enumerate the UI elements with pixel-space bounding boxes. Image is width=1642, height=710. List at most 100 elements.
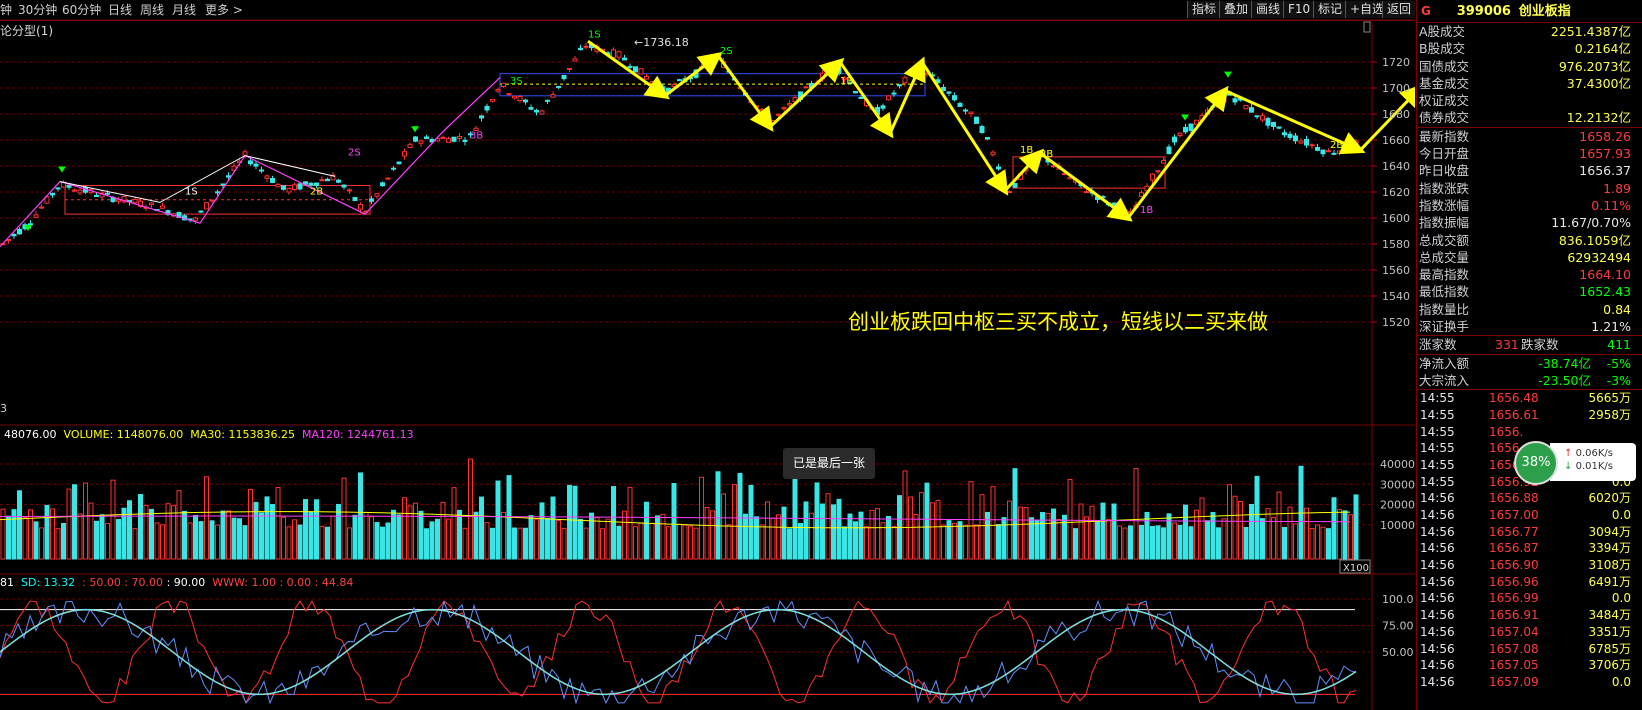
volume-bar <box>842 526 847 560</box>
candle-body <box>495 89 501 92</box>
volume-bar <box>957 521 963 560</box>
candle-body <box>259 169 264 172</box>
signal-label: 1S <box>185 187 198 198</box>
price-tick-label: 1520 <box>1382 316 1410 329</box>
volume-bar <box>17 490 22 560</box>
quote-row-label: B股成交 <box>1419 41 1466 57</box>
candle-body <box>1254 115 1260 118</box>
volume-bar <box>787 528 792 560</box>
tick-price: 1657.08 <box>1489 641 1539 656</box>
candle-body <box>622 57 627 61</box>
candle-body <box>501 82 506 87</box>
volume-bar <box>1254 475 1260 560</box>
candle-body <box>77 189 83 194</box>
volume-bar <box>1084 516 1089 560</box>
buy-arrow-icon <box>411 126 419 133</box>
candlesticks <box>0 42 1359 246</box>
volume-bar <box>831 504 836 560</box>
volume-bar <box>550 496 556 560</box>
candle-body <box>72 189 77 192</box>
volume-bar <box>319 525 325 560</box>
candle-body <box>319 179 325 182</box>
candle-body <box>644 75 649 80</box>
candle-body <box>1172 136 1177 143</box>
volume-bar <box>836 498 842 560</box>
volume-bar <box>941 524 946 560</box>
signal-label: 2S <box>720 46 733 57</box>
volume-bar <box>1260 518 1265 560</box>
quote-row-label: 国债成交 <box>1419 58 1470 74</box>
volume-bar <box>1111 503 1117 560</box>
candle-body <box>413 136 418 142</box>
volume-bar <box>127 500 132 560</box>
candle-body <box>1348 147 1353 150</box>
quote-row-value: 12.2132亿 <box>1566 110 1631 126</box>
candle-body <box>902 77 908 84</box>
volume-bar <box>968 481 974 560</box>
quote-row-value: 1.21% <box>1591 319 1631 335</box>
volume-bar <box>770 517 776 560</box>
volume-bar <box>138 494 143 560</box>
volume-bar <box>105 522 110 560</box>
candle-body <box>352 196 358 201</box>
download-speed: 0.01K/s <box>1575 461 1613 472</box>
candle-body <box>1331 152 1337 155</box>
volume-bar <box>633 526 638 560</box>
quote-row-value: 0.11% <box>1591 197 1631 213</box>
candle-body <box>787 103 792 106</box>
candle-body <box>1265 118 1271 126</box>
forecast-zigzag: 1S 2S 3S 2S 1S 3B 2B 1B 3B 1B 2B 1B ←1736.18 <box>24 29 1415 231</box>
quote-row-value: 1657.93 <box>1579 146 1631 162</box>
candle-body <box>1282 132 1287 136</box>
zigzag-segment <box>1039 151 1133 222</box>
candle-body <box>1155 170 1161 173</box>
quote-row-label: 今日开盘 <box>1419 146 1470 162</box>
candle-body <box>853 91 858 94</box>
candle-body <box>1221 98 1227 103</box>
price-tick-label: 1680 <box>1382 108 1410 121</box>
tick-time: 14:56 <box>1420 674 1455 689</box>
quote-row-label: 债券成交 <box>1419 110 1470 126</box>
quote-row: 今日开盘 1657.93 <box>1417 145 1642 162</box>
volume-bar <box>1172 522 1177 560</box>
quote-row: 总成交额 836.1059亿 <box>1417 232 1642 249</box>
volume-legend-item: VOLUME: 1148076.00 <box>63 428 184 441</box>
kd-legend-item: : 44.84 <box>314 576 354 589</box>
volume-bar <box>292 519 297 560</box>
volume-bar <box>1337 509 1342 560</box>
volume-bar <box>28 509 33 560</box>
volume-bar <box>886 515 891 560</box>
tick-volume: 2958万 <box>1588 407 1631 422</box>
volume-bar <box>116 518 121 560</box>
down-count-label: 跌家数 <box>1521 337 1559 353</box>
candle-body <box>341 184 347 188</box>
candle-body <box>1287 133 1293 138</box>
tick-price: 1656.87 <box>1489 541 1539 556</box>
quote-row: 权证成交 <box>1417 92 1642 109</box>
tick-list[interactable]: 14:55 1656.48 5665万 14:55 1656.61 2958万 14:55 1… <box>1417 389 1642 690</box>
candle-body <box>891 92 897 95</box>
volume-bar <box>671 482 677 560</box>
kd-legend-item: WWW: 1.00 <box>212 576 276 589</box>
candle-body <box>990 151 996 156</box>
volume-bar <box>1040 512 1045 560</box>
candle-body <box>209 199 215 202</box>
candle-body <box>242 151 248 156</box>
volume-bar <box>578 518 583 560</box>
volume-bar <box>963 524 968 560</box>
signal-label: 1B <box>1140 205 1153 216</box>
kline-chart[interactable]: 1S 2S 3S 2S 1S 3B 2B 1B 3B 1B 2B 1B ←1736.18 40000 30… <box>0 0 1415 710</box>
quote-row: 债券成交 12.2132亿 <box>1417 109 1642 126</box>
volume-tick-label: 40000 <box>1380 458 1415 471</box>
candle-body <box>132 198 138 204</box>
candle-body <box>616 51 622 58</box>
signal-label: 3B <box>470 131 483 142</box>
candle-body <box>1194 119 1199 125</box>
quote-row: 最低指数 1652.43 <box>1417 283 1642 300</box>
candle-body <box>908 71 913 75</box>
volume-bar <box>649 522 655 560</box>
quote-row: 指数涨跌 1.89 <box>1417 180 1642 197</box>
net-speed-widget[interactable]: ↑ 0.06K/s ↓ 0.01K/s 38% <box>1514 439 1640 485</box>
volume-bar <box>677 523 682 560</box>
volume-bar <box>567 484 572 560</box>
